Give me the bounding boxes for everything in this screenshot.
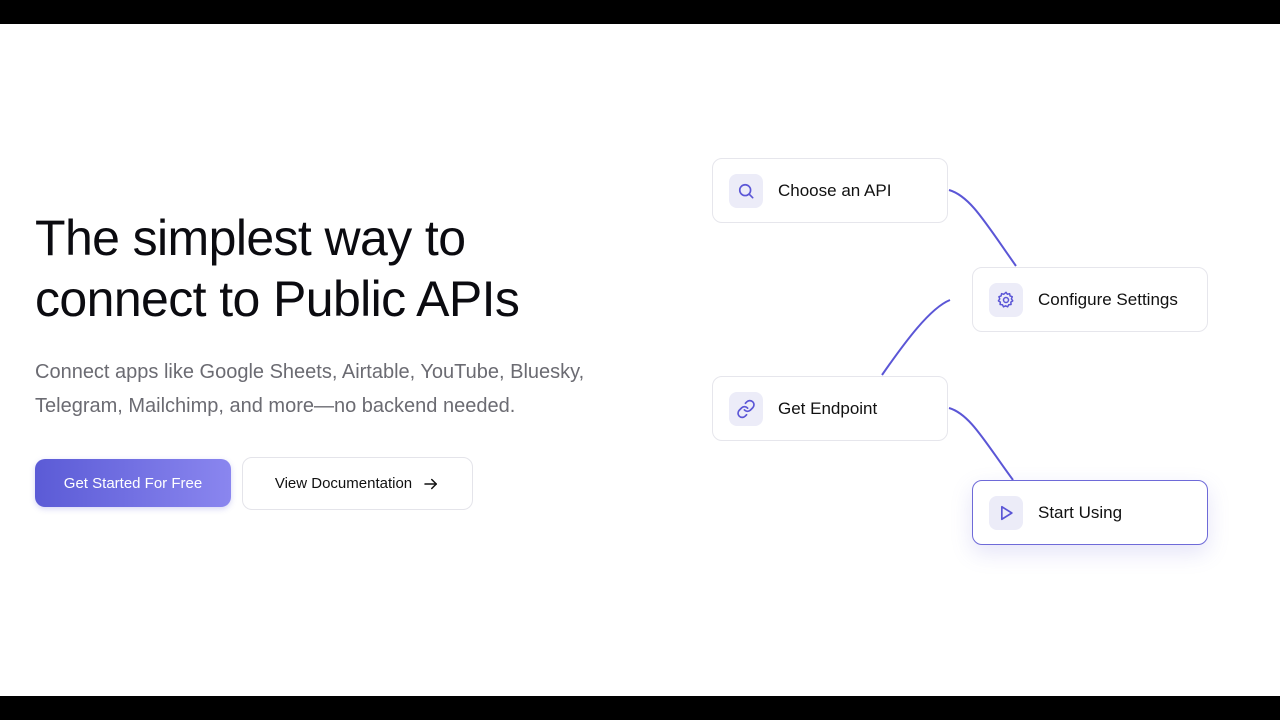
link-icon (737, 399, 755, 418)
search-icon (738, 183, 754, 198)
step-icon-box (729, 391, 763, 426)
step-choose-api[interactable]: Choose an API (712, 158, 948, 223)
gear-icon (997, 291, 1014, 308)
step-connector-lines (881, 189, 1017, 481)
play-icon (1001, 505, 1013, 520)
step-label-start-using: Start Using (1038, 502, 1123, 522)
step-label-get-endpoint: Get Endpoint (778, 398, 878, 418)
connector-endpoint-to-start (948, 407, 1014, 481)
landing-page: The simplest way to connect to Public AP… (0, 24, 1280, 696)
step-icon-box (729, 173, 763, 208)
step-get-endpoint[interactable]: Get Endpoint (712, 376, 948, 441)
top-letterbox-bar (0, 0, 1280, 24)
step-label-configure-settings: Configure Settings (1038, 289, 1178, 309)
step-icon-box (989, 282, 1023, 317)
step-icon-box (989, 495, 1023, 530)
step-label-choose-api: Choose an API (778, 180, 892, 200)
step-start-using[interactable]: Start Using (972, 480, 1208, 545)
connector-choose-to-configure (948, 189, 1017, 267)
bottom-letterbox-bar (0, 696, 1280, 720)
connector-configure-to-endpoint (881, 299, 951, 376)
step-configure-settings[interactable]: Configure Settings (972, 267, 1208, 332)
